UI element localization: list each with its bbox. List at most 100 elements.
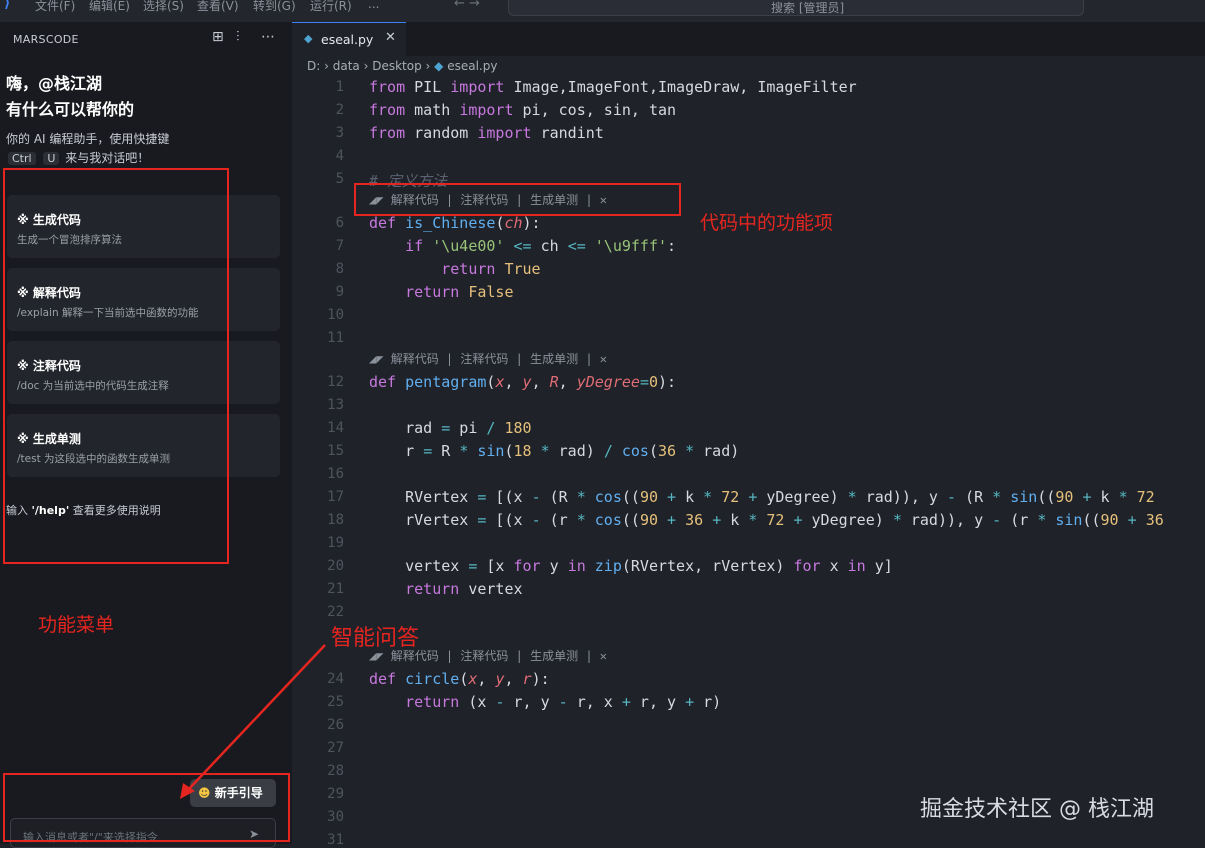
code-line-14: rad = pi / 180 [369, 419, 532, 437]
line-number: 27 [327, 740, 344, 756]
code-line-20: vertex = [x for y in zip(RVertex, rVerte… [369, 557, 893, 575]
help-suffix: 查看更多使用说明 [69, 504, 161, 517]
crumb-drive[interactable]: D: [307, 59, 320, 73]
plus-square-icon[interactable]: ⊞ [212, 29, 224, 45]
greeting-line2: 有什么可以帮你的 [6, 100, 135, 119]
card-title-text: 解释代码 [32, 286, 81, 300]
line-number: 3 [335, 125, 344, 141]
crumb-data[interactable]: data [333, 59, 360, 73]
sparkle-icon: ※ [17, 432, 33, 446]
card-title: ※ 解释代码 [17, 284, 81, 301]
lens-close-icon[interactable]: ✕ [600, 352, 607, 366]
menu-file[interactable]: 文件(F) [35, 0, 75, 14]
chat-placeholder: 输入消息或者"/"来选择指令 [23, 831, 158, 844]
code-line-9: return False [405, 283, 514, 301]
code-line-17: RVertex = [(x - (R * cos((90 + k * 72 + … [369, 488, 1155, 506]
menu-edit[interactable]: 编辑(E) [89, 0, 130, 14]
sidebar-title: MARSCODE [13, 33, 79, 46]
command-search-box[interactable]: 搜索 [管理员] [508, 0, 1084, 16]
menu-more[interactable]: ... [368, 0, 379, 11]
crumb-desktop[interactable]: Desktop [372, 59, 422, 73]
annotation-qa-label: 智能问答 [331, 626, 420, 651]
sparkle-icon: ※ [17, 359, 33, 373]
line-number: 5 [335, 171, 344, 187]
line-number: 7 [335, 238, 344, 254]
help-command: '/help' [31, 504, 70, 517]
line-number: 1 [335, 79, 344, 95]
lens-close-icon[interactable]: ✕ [600, 649, 607, 663]
lens-comment[interactable]: 注释代码 [460, 193, 508, 207]
line-number: 8 [335, 261, 344, 277]
card-desc: 生成一个冒泡排序算法 [17, 234, 122, 246]
vscode-logo-icon: ⟩ [4, 0, 11, 11]
line-number: 22 [327, 604, 344, 620]
card-explain-code[interactable]: ※ 解释代码 /explain 解释一下当前选中函数的功能 [7, 268, 280, 331]
lens-test[interactable]: 生成单测 [530, 193, 578, 207]
line-number: 11 [327, 330, 344, 346]
line-number: 15 [327, 443, 344, 459]
close-icon[interactable]: ✕ [385, 30, 396, 45]
line-number: 26 [327, 717, 344, 733]
lens-test[interactable]: 生成单测 [530, 352, 578, 366]
lens-comment[interactable]: 注释代码 [460, 352, 508, 366]
help-prefix: 输入 [6, 504, 32, 517]
code-line-5: # 定义方法 [369, 172, 448, 190]
lens-explain[interactable]: 解释代码 [391, 193, 439, 207]
more-icon[interactable]: ⋯ [261, 29, 275, 45]
card-title-text: 生成单测 [32, 432, 81, 446]
tab-eseal-py[interactable]: ◆ eseal.py ✕ [292, 22, 406, 56]
card-comment-code[interactable]: ※ 注释代码 /doc 为当前选中的代码生成注释 [7, 341, 280, 404]
card-desc: /explain 解释一下当前选中函数的功能 [17, 307, 199, 319]
beginner-guide-button[interactable]: ☻ 新手引导 [190, 779, 276, 807]
sparkle-icon: ※ [17, 286, 33, 300]
card-title-text: 生成代码 [32, 213, 81, 227]
menu-select[interactable]: 选择(S) [143, 0, 184, 14]
sliders-icon[interactable]: ⫶ [236, 29, 240, 45]
line-number: 21 [327, 581, 344, 597]
code-line-8: return True [441, 260, 541, 278]
watermark: 掘金技术社区 @ 栈江湖 [920, 797, 1154, 822]
line-number: 14 [327, 420, 344, 436]
tab-label: eseal.py [321, 32, 374, 47]
marscode-sidebar: MARSCODE ⊞ ⫶ ⋯ 嗨，@栈江湖 有什么可以帮你的 你的 AI 编程助… [0, 22, 292, 848]
greeting-line1: 嗨，@栈江湖 [6, 74, 103, 93]
lens-close-icon[interactable]: ✕ [600, 193, 607, 207]
code-line-1: from PIL import Image,ImageFont,ImageDra… [369, 78, 857, 96]
line-number: 6 [335, 215, 344, 231]
code-line-12: def pentagram(x, y, R, yDegree=0): [369, 373, 677, 391]
menu-view[interactable]: 查看(V) [197, 0, 239, 14]
lens-explain[interactable]: 解释代码 [391, 352, 439, 366]
code-line-3: from random import randint [369, 124, 604, 142]
line-number: 10 [327, 307, 344, 323]
menu-goto[interactable]: 转到(G) [253, 0, 296, 14]
search-label: 搜索 [管理员] [771, 1, 845, 15]
breadcrumb: D: › data › Desktop › ◆ eseal.py [307, 59, 498, 73]
nav-arrows[interactable]: ← → [454, 0, 480, 11]
line-number: 24 [327, 671, 344, 687]
assistant-desc: 你的 AI 编程助手，使用快捷键 [6, 132, 170, 146]
card-generate-code[interactable]: ※ 生成代码 生成一个冒泡排序算法 [7, 195, 280, 258]
tab-bar: ◆ eseal.py ✕ [292, 22, 1205, 56]
key-u: U [43, 152, 60, 165]
crumb-file[interactable]: eseal.py [447, 59, 497, 73]
code-line-18: rVertex = [(x - (r * cos((90 + 36 + k * … [369, 511, 1164, 529]
line-number: 25 [327, 694, 344, 710]
menu-run[interactable]: 运行(R) [310, 0, 352, 14]
shortcut-suffix: 来与我对话吧！ [65, 151, 150, 165]
code-line-21: return vertex [405, 580, 523, 598]
python-file-icon: ◆ [304, 32, 313, 45]
lens-test[interactable]: 生成单测 [530, 649, 578, 663]
line-number: 20 [327, 558, 344, 574]
card-title: ※ 生成单测 [17, 430, 81, 447]
line-number: 31 [327, 832, 344, 848]
send-icon[interactable]: ➤ [249, 827, 259, 841]
code-line-15: r = R * sin(18 * rad) / cos(36 * rad) [369, 442, 740, 460]
line-number: 17 [327, 489, 344, 505]
lens-comment[interactable]: 注释代码 [460, 649, 508, 663]
line-number: 4 [335, 148, 344, 164]
line-number: 28 [327, 763, 344, 779]
code-lens-2: ◢◤ 解释代码 | 注释代码 | 生成单测 | ✕ [369, 352, 608, 366]
card-generate-tests[interactable]: ※ 生成单测 /test 为这段选中的函数生成单测 [7, 414, 280, 477]
card-title-text: 注释代码 [32, 359, 81, 373]
marscode-icon: ◢◤ [369, 352, 384, 366]
